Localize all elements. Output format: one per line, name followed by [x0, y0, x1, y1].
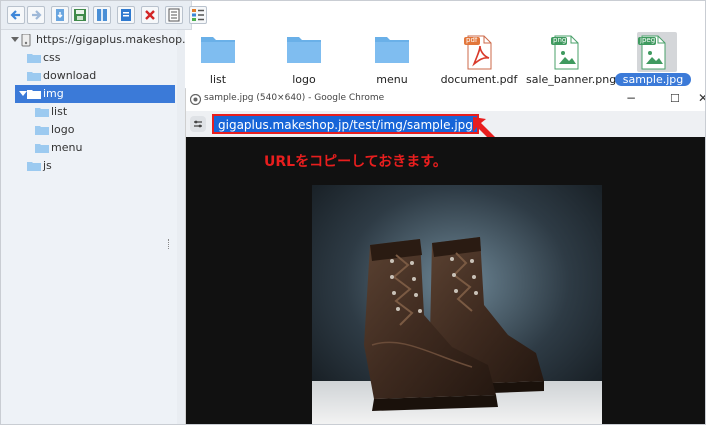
- list-view-icon: [192, 9, 204, 21]
- maximize-button[interactable]: ☐: [670, 92, 680, 105]
- folder-icon: [27, 72, 41, 81]
- file-item-document-pdf[interactable]: pdf document.pdf: [439, 32, 519, 88]
- open-button[interactable]: [93, 6, 111, 24]
- book-icon: [97, 9, 107, 21]
- boots-photo: [312, 185, 602, 424]
- browser-titlebar: sample.jpg (540×640) - Google Chrome − ☐…: [186, 89, 705, 112]
- boots-image-icon: [312, 185, 602, 424]
- file-name: list: [209, 73, 227, 86]
- properties-icon: [168, 8, 180, 22]
- tree-item-label: img: [43, 87, 64, 100]
- file-item-sale-banner-png[interactable]: png sale_banner.png: [526, 32, 617, 88]
- open-folder-icon: [27, 90, 41, 99]
- forward-button[interactable]: [27, 6, 45, 24]
- server-icon: [21, 34, 31, 47]
- file-item-list[interactable]: list: [178, 32, 258, 88]
- back-arrow-icon: [10, 10, 20, 20]
- tree-item-img[interactable]: img: [15, 85, 175, 103]
- site-info-button[interactable]: [190, 116, 206, 132]
- tree-root[interactable]: https://gigaplus.makeshop.jp: [9, 31, 196, 49]
- delete-button[interactable]: [141, 6, 159, 24]
- file-type-badge: png: [553, 36, 567, 44]
- file-type-badge: jpeg: [640, 36, 656, 44]
- tune-icon: [194, 120, 202, 128]
- folder-icon: [201, 37, 235, 63]
- back-button[interactable]: [7, 6, 25, 24]
- file-manager-window: https://gigaplus.makeshop.jp css downloa…: [0, 0, 706, 425]
- file-name: menu: [376, 73, 408, 86]
- file-name: sample.jpg: [615, 73, 691, 86]
- folder-icon: [35, 144, 49, 153]
- browser-title: sample.jpg (540×640) - Google Chrome: [204, 93, 385, 103]
- folder-icon: [27, 54, 41, 63]
- save-icon: [74, 9, 86, 21]
- document-icon: [121, 9, 131, 21]
- file-item-logo[interactable]: logo: [264, 32, 344, 88]
- close-button[interactable]: ✕: [698, 91, 705, 105]
- tree-item-label: js: [43, 159, 52, 172]
- minimize-button[interactable]: −: [626, 91, 636, 105]
- tree-item-label: css: [43, 51, 61, 64]
- url-field[interactable]: gigaplus.makeshop.jp/test/img/sample.jpg: [212, 114, 479, 134]
- file-name: document.pdf: [440, 73, 518, 86]
- browser-window: sample.jpg (540×640) - Google Chrome − ☐…: [185, 89, 705, 424]
- collapse-arrow-icon[interactable]: [19, 91, 27, 96]
- tree-item-label: list: [51, 105, 68, 118]
- tree-item-label: download: [43, 69, 97, 82]
- save-button[interactable]: [71, 6, 89, 24]
- file-item-menu[interactable]: menu: [352, 32, 432, 88]
- delete-x-icon: [145, 10, 155, 20]
- folder-icon: [287, 37, 321, 63]
- file-list: list logo menu pdf document.pdf png sale…: [185, 30, 705, 88]
- file-name: sale_banner.png: [526, 73, 617, 86]
- folder-icon: [35, 108, 49, 117]
- expand-arrow-icon[interactable]: [11, 37, 19, 42]
- download-icon: [56, 9, 64, 21]
- file-item-sample-jpg[interactable]: jpeg sample.jpg: [613, 32, 693, 88]
- file-name: logo: [292, 73, 316, 86]
- list-view-button[interactable]: [189, 6, 207, 24]
- tree-item-label: logo: [51, 123, 75, 136]
- download-button[interactable]: [51, 6, 69, 24]
- properties-button[interactable]: [165, 6, 183, 24]
- tree-item-label: menu: [51, 141, 83, 154]
- file-type-badge: pdf: [466, 36, 478, 44]
- browser-viewport: URLをコピーしておきます。: [186, 137, 705, 424]
- address-bar: gigaplus.makeshop.jp/test/img/sample.jpg: [186, 111, 705, 143]
- forward-arrow-icon: [32, 10, 42, 20]
- tree-root-label: https://gigaplus.makeshop.jp: [36, 33, 196, 46]
- folder-icon: [35, 126, 49, 135]
- folder-icon: [27, 162, 41, 171]
- chrome-logo-icon: [190, 94, 201, 105]
- toolbar: [1, 1, 192, 30]
- edit-button[interactable]: [117, 6, 135, 24]
- splitter-grip-icon[interactable]: [168, 239, 171, 249]
- annotation-callout: URLをコピーしておきます。: [264, 154, 447, 170]
- folder-icon: [375, 37, 409, 63]
